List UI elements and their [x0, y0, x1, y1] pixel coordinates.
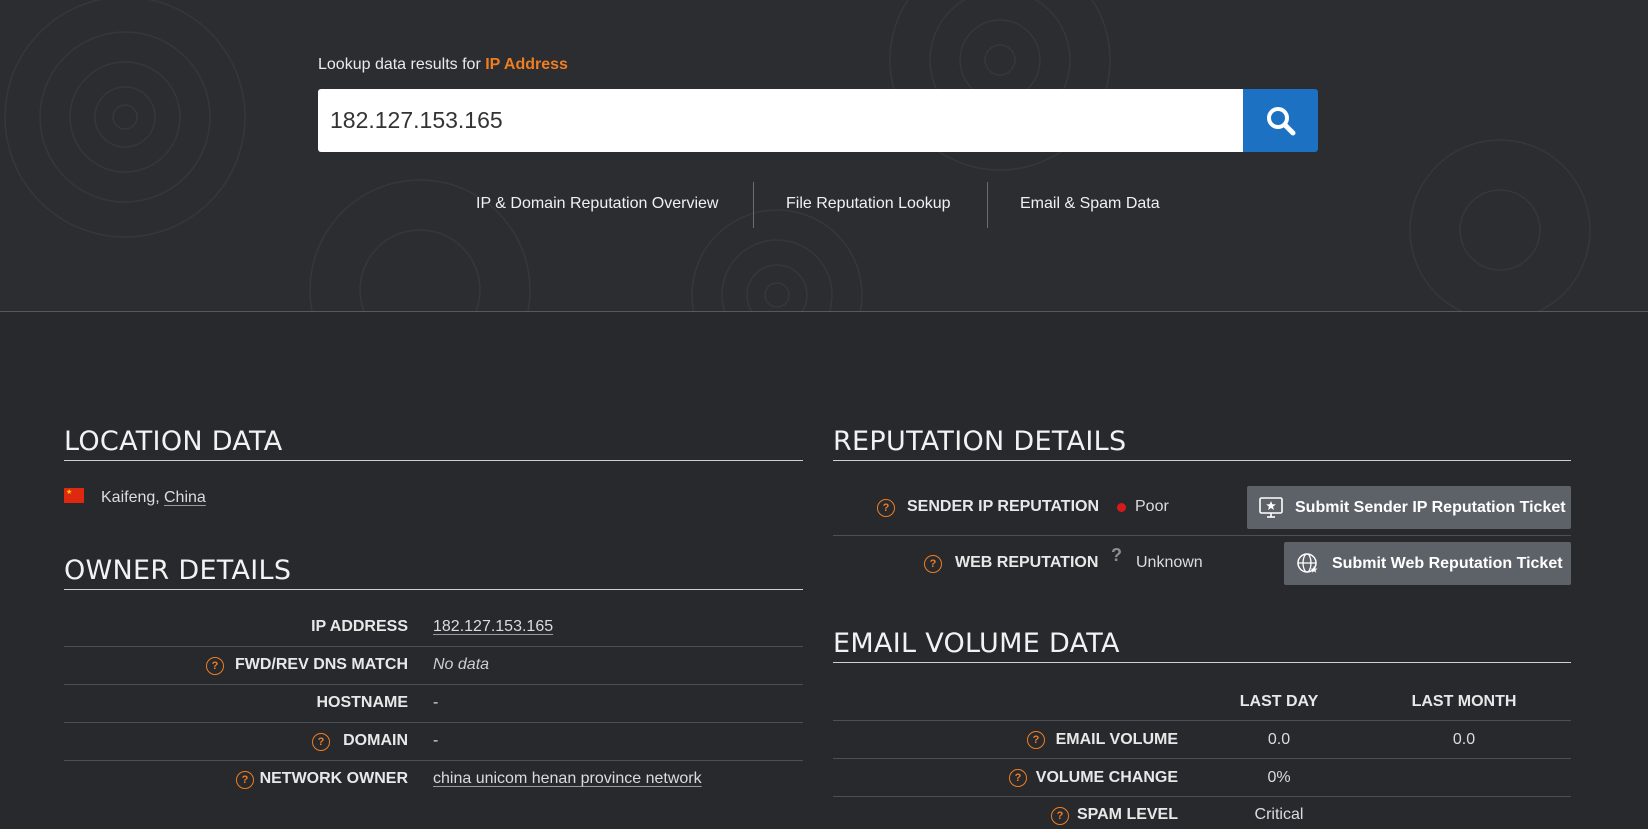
search-icon [1266, 106, 1295, 135]
help-icon[interactable]: ? [877, 499, 895, 517]
monitor-star-icon [1259, 496, 1283, 518]
email-volume-last-month: 0.0 [1452, 731, 1476, 748]
hostname-label: HOSTNAME [316, 694, 408, 711]
china-flag-icon: ★ [64, 488, 84, 503]
volume-change-label: VOLUME CHANGE [1035, 769, 1178, 786]
nav-email-spam[interactable]: Email & Spam Data [1020, 195, 1160, 213]
row-divider [833, 535, 1571, 536]
network-owner-value[interactable]: china unicom henan province network [433, 770, 702, 788]
submit-sender-ticket-label: Submit Sender IP Reputation Ticket [1295, 498, 1566, 516]
ip-address-label: IP ADDRESS [311, 618, 408, 635]
spam-level-label: SPAM LEVEL [1076, 806, 1178, 823]
domain-label: DOMAIN [343, 732, 408, 749]
lookup-nav: IP & Domain Reputation Overview File Rep… [0, 180, 1648, 230]
lookup-label: Lookup data results for IP Address [318, 56, 568, 74]
row-divider [833, 720, 1571, 721]
nav-file-reputation[interactable]: File Reputation Lookup [786, 195, 951, 213]
row-divider [64, 722, 803, 723]
search-box [318, 89, 1243, 152]
row-divider [64, 684, 803, 685]
row-divider [64, 646, 803, 647]
sender-reputation-value: Poor [1135, 498, 1169, 515]
help-icon[interactable]: ? [206, 657, 224, 675]
background-pattern [4, 0, 1591, 311]
poor-status-dot [1117, 503, 1126, 512]
submit-web-ticket-label: Submit Web Reputation Ticket [1332, 554, 1563, 572]
help-icon[interactable]: ? [1009, 769, 1027, 787]
dns-match-label: FWD/REV DNS MATCH [234, 656, 408, 673]
unknown-status-icon: ? [1111, 545, 1122, 565]
email-volume-title: EMAIL VOLUME DATA [833, 628, 1120, 659]
help-icon[interactable]: ? [236, 771, 254, 789]
col-header-last-month: LAST MONTH [1411, 693, 1517, 710]
email-volume-label: EMAIL VOLUME [1055, 731, 1178, 748]
web-reputation-label: WEB REPUTATION [955, 554, 1099, 571]
section-rule [64, 589, 803, 590]
lookup-label-type: IP Address [485, 56, 568, 73]
help-icon[interactable]: ? [1027, 731, 1045, 749]
globe-star-icon [1297, 552, 1318, 573]
section-rule [833, 662, 1571, 663]
network-owner-label: NETWORK OWNER [259, 770, 408, 787]
row-divider [833, 758, 1571, 759]
location-title: LOCATION DATA [64, 426, 283, 457]
submit-sender-ticket-button[interactable]: Submit Sender IP Reputation Ticket [1247, 486, 1571, 529]
section-rule [64, 460, 803, 461]
search-hero: Lookup data results for IP Address IP & … [0, 0, 1648, 312]
section-rule [833, 460, 1571, 461]
hostname-value: - [433, 694, 439, 711]
sender-reputation-label: SENDER IP REPUTATION [907, 498, 1100, 515]
lookup-label-prefix: Lookup data results for [318, 56, 481, 73]
email-volume-last-day: 0.0 [1267, 731, 1291, 748]
ip-address-value[interactable]: 182.127.153.165 [433, 618, 553, 636]
nav-divider [753, 182, 754, 228]
domain-value: - [433, 732, 439, 749]
volume-change-last-day: 0% [1267, 769, 1291, 786]
search-input[interactable] [318, 89, 1243, 152]
reputation-title: REPUTATION DETAILS [833, 426, 1127, 457]
location-city: Kaifeng, [101, 489, 160, 506]
dns-match-value: No data [433, 656, 490, 673]
search-button[interactable] [1243, 89, 1318, 152]
help-icon[interactable]: ? [924, 555, 942, 573]
spam-level-last-day: Critical [1254, 806, 1304, 823]
help-icon[interactable]: ? [312, 733, 330, 751]
owner-title: OWNER DETAILS [64, 555, 292, 586]
nav-divider [987, 182, 988, 228]
help-icon[interactable]: ? [1051, 807, 1069, 825]
col-header-last-day: LAST DAY [1239, 693, 1319, 710]
nav-ip-domain-overview[interactable]: IP & Domain Reputation Overview [476, 195, 718, 213]
location-country-link[interactable]: China [164, 489, 206, 507]
row-divider [833, 796, 1571, 797]
row-divider [64, 760, 803, 761]
web-reputation-value: Unknown [1136, 554, 1203, 571]
submit-web-ticket-button[interactable]: Submit Web Reputation Ticket [1284, 542, 1571, 585]
